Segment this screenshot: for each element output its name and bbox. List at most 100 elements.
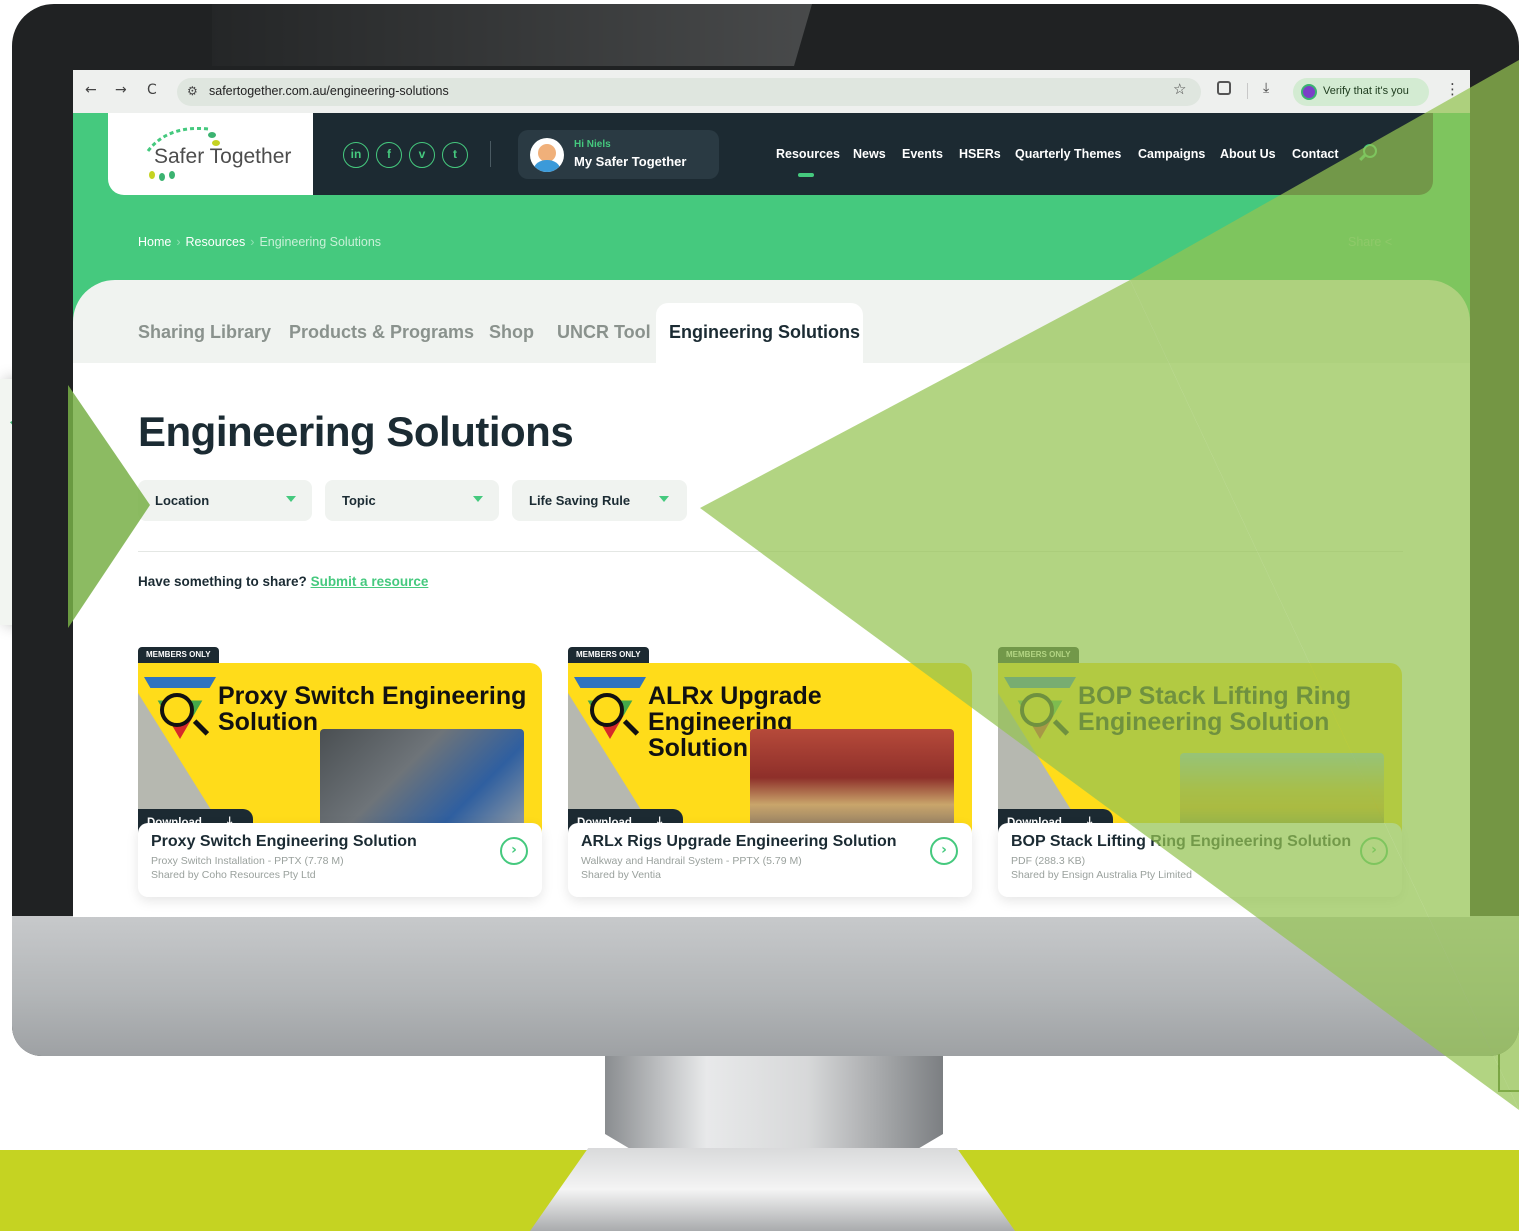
verify-identity-button[interactable]: Verify that it's you [1293, 78, 1429, 106]
card-body: ARLx Rigs Upgrade Engineering Solution W… [568, 823, 972, 897]
card-title[interactable]: ARLx Rigs Upgrade Engineering Solution [581, 833, 897, 851]
share-icon: < [1384, 235, 1393, 249]
card-title[interactable]: Proxy Switch Engineering Solution [151, 833, 417, 851]
main-content: Engineering Solutions Location Topic Lif… [73, 363, 1470, 917]
resource-card[interactable]: MEMBERS ONLY BOP Stack Lifting Ring Engin… [998, 647, 1402, 897]
thumbnail-headline: BOP Stack Lifting Ring Engineering Soluti… [1078, 682, 1352, 736]
site-settings-icon[interactable]: ⚙ [187, 84, 198, 98]
members-only-badge: MEMBERS ONLY [138, 647, 219, 663]
nav-quarterly-themes[interactable]: Quarterly Themes [1015, 147, 1121, 161]
magnifier-icon [160, 693, 194, 727]
breadcrumb-current: Engineering Solutions [259, 235, 382, 249]
breadcrumb-home[interactable]: Home [138, 235, 171, 249]
browser-toolbar: ← → C ⚙ safertogether.com.au/engineering… [73, 70, 1470, 113]
tab-sharing-library[interactable]: Sharing Library [138, 322, 271, 343]
resource-thumbnail[interactable]: BOP Stack Lifting Ring Engineering Soluti… [998, 663, 1402, 837]
address-bar[interactable]: ⚙ safertogether.com.au/engineering-solut… [177, 78, 1201, 106]
monitor-sheen [212, 4, 812, 66]
filter-label: Topic [342, 493, 376, 508]
nav-campaigns[interactable]: Campaigns [1138, 147, 1205, 161]
card-shared-by: Shared by Coho Resources Pty Ltd [151, 869, 316, 881]
nav-divider [490, 141, 491, 167]
resource-card[interactable]: MEMBERS ONLY Proxy Switch Engineering Sol… [138, 647, 542, 897]
filter-topic[interactable]: Topic [325, 480, 499, 521]
user-greeting: Hi Niels [574, 139, 611, 150]
search-icon[interactable] [1363, 144, 1377, 158]
filter-label: Life Saving Rule [529, 493, 631, 508]
linkedin-icon[interactable]: in [343, 142, 369, 168]
magnifier-icon [1020, 693, 1054, 727]
nav-active-indicator [798, 173, 814, 177]
resource-thumbnail[interactable]: ALRx Upgrade EngineeringSolution Downloa… [568, 663, 972, 837]
thumbnail-photo [750, 729, 954, 837]
submit-resource-link[interactable]: Submit a resource [311, 574, 429, 589]
nav-resources[interactable]: Resources [776, 147, 840, 161]
resource-card[interactable]: MEMBERS ONLY ALRx Upgrade Engineering Sol… [568, 647, 972, 897]
share-prompt-text: Have something to share? [138, 574, 307, 589]
facebook-icon[interactable]: f [376, 142, 402, 168]
chevron-right-icon[interactable]: › [1360, 837, 1388, 865]
caret-down-icon [659, 496, 669, 502]
share-button[interactable]: Share < [1348, 235, 1392, 249]
magnifier-icon [590, 693, 624, 727]
user-account-label: My Safer Together [574, 154, 687, 169]
thumbnail-photo [320, 729, 524, 837]
site-logo[interactable]: Safer Together [108, 113, 313, 195]
resource-thumbnail[interactable]: Proxy Switch EngineeringSolution Downloa… [138, 663, 542, 837]
monitor-stand-base [530, 1148, 1015, 1231]
monitor-chin [12, 916, 1519, 1056]
browser-screen: ← → C ⚙ safertogether.com.au/engineering… [73, 70, 1470, 917]
tab-shop[interactable]: Shop [489, 322, 534, 343]
breadcrumb: Home › Resources › Engineering Solutions [138, 235, 381, 249]
tab-products-programs[interactable]: Products & Programs [289, 322, 474, 343]
card-body: BOP Stack Lifting Ring Engineering Solut… [998, 823, 1402, 897]
my-account-button[interactable]: Hi Niels My Safer Together [518, 130, 719, 179]
tab-engineering-solutions[interactable]: Engineering Solutions [669, 322, 860, 343]
nav-contact[interactable]: Contact [1292, 147, 1339, 161]
tab-uncr-tool[interactable]: UNCR Tool [557, 322, 651, 343]
verify-label: Verify that it's you [1323, 85, 1409, 97]
nav-news[interactable]: News [853, 147, 886, 161]
reload-icon[interactable]: C [147, 82, 157, 98]
logo-text: Safer Together [154, 145, 292, 168]
card-file-info: PDF (288.3 KB) [1011, 855, 1086, 867]
page-title: Engineering Solutions [138, 408, 574, 455]
vimeo-icon[interactable]: v [409, 142, 435, 168]
nav-events[interactable]: Events [902, 147, 943, 161]
card-file-info: Walkway and Handrail System - PPTX (5.79… [581, 855, 802, 867]
nav-hsers[interactable]: HSERs [959, 147, 1001, 161]
card-file-info: Proxy Switch Installation - PPTX (7.78 M… [151, 855, 344, 867]
filter-life-saving-rule[interactable]: Life Saving Rule [512, 480, 687, 521]
extensions-icon[interactable] [1217, 81, 1231, 95]
breadcrumb-separator: › [176, 235, 181, 249]
breadcrumb-resources[interactable]: Resources [186, 235, 246, 249]
twitter-icon[interactable]: t [442, 142, 468, 168]
back-icon[interactable]: ← [85, 82, 97, 98]
nav-about-us[interactable]: About Us [1220, 147, 1276, 161]
caret-down-icon [286, 496, 296, 502]
toolbar-divider [1247, 83, 1248, 99]
main-nav: in f v t Hi Niels My Safer Together Reso… [313, 113, 1433, 195]
card-title[interactable]: BOP Stack Lifting Ring Engineering Solut… [1011, 833, 1351, 851]
browser-menu-icon[interactable]: ⋮ [1445, 80, 1460, 98]
card-shared-by: Shared by Ventia [581, 869, 661, 881]
bookmark-star-icon[interactable]: ☆ [1173, 80, 1186, 98]
filter-location[interactable]: Location [138, 480, 312, 521]
section-divider [138, 551, 1403, 552]
chevron-right-icon[interactable]: › [500, 837, 528, 865]
caret-down-icon [473, 496, 483, 502]
members-only-badge: MEMBERS ONLY [568, 647, 649, 663]
forward-icon[interactable]: → [115, 82, 127, 98]
breadcrumb-separator: › [250, 235, 255, 249]
content-panel: Sharing Library Products & Programs Shop… [73, 280, 1470, 917]
card-body: Proxy Switch Engineering Solution Proxy … [138, 823, 542, 897]
members-only-badge: MEMBERS ONLY [998, 647, 1079, 663]
filter-label: Location [155, 493, 210, 508]
download-icon[interactable]: ⤓ [1263, 80, 1269, 96]
chevron-right-icon[interactable]: › [930, 837, 958, 865]
url-text[interactable]: safertogether.com.au/engineering-solutio… [209, 84, 449, 98]
user-avatar [530, 138, 564, 172]
share-label: Share [1348, 235, 1382, 249]
thumbnail-headline: Proxy Switch Engineering Solution [218, 682, 527, 736]
share-prompt: Have something to share? Submit a resour… [138, 574, 428, 589]
